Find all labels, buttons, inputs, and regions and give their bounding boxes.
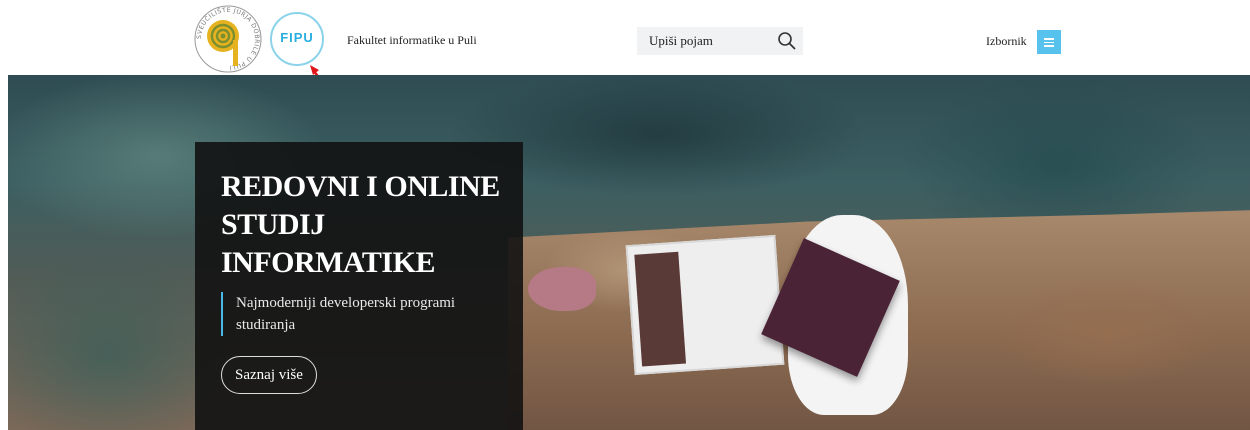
spiral-logo-icon: SVEUČILIŠTE JURJA DOBRILE U PULI bbox=[194, 5, 262, 73]
search-box[interactable]: Upiši pojam bbox=[637, 27, 803, 55]
fipu-logo-text: FIPU bbox=[280, 30, 314, 45]
hero-photo-laptop bbox=[625, 234, 785, 376]
hero-text-panel: REDOVNI I ONLINE STUDIJ INFORMATIKE Najm… bbox=[195, 142, 523, 430]
hero-subtitle: Najmoderniji developerski programi studi… bbox=[221, 292, 481, 336]
menu-label[interactable]: Izbornik bbox=[986, 34, 1027, 49]
search-icon[interactable] bbox=[777, 31, 797, 51]
site-header: SVEUČILIŠTE JURJA DOBRILE U PULI FIPU Fa… bbox=[0, 0, 1250, 93]
menu-button[interactable] bbox=[1037, 30, 1061, 54]
fipu-logo[interactable]: FIPU bbox=[270, 12, 324, 66]
learn-more-button[interactable]: Saznaj više bbox=[221, 356, 317, 394]
hero-photo-shoe bbox=[528, 267, 596, 311]
university-logo[interactable]: SVEUČILIŠTE JURJA DOBRILE U PULI bbox=[193, 4, 263, 74]
search-input[interactable]: Upiši pojam bbox=[649, 33, 713, 49]
hero-title: REDOVNI I ONLINE STUDIJ INFORMATIKE bbox=[221, 170, 500, 279]
faculty-name[interactable]: Fakultet informatike u Puli bbox=[347, 33, 477, 48]
